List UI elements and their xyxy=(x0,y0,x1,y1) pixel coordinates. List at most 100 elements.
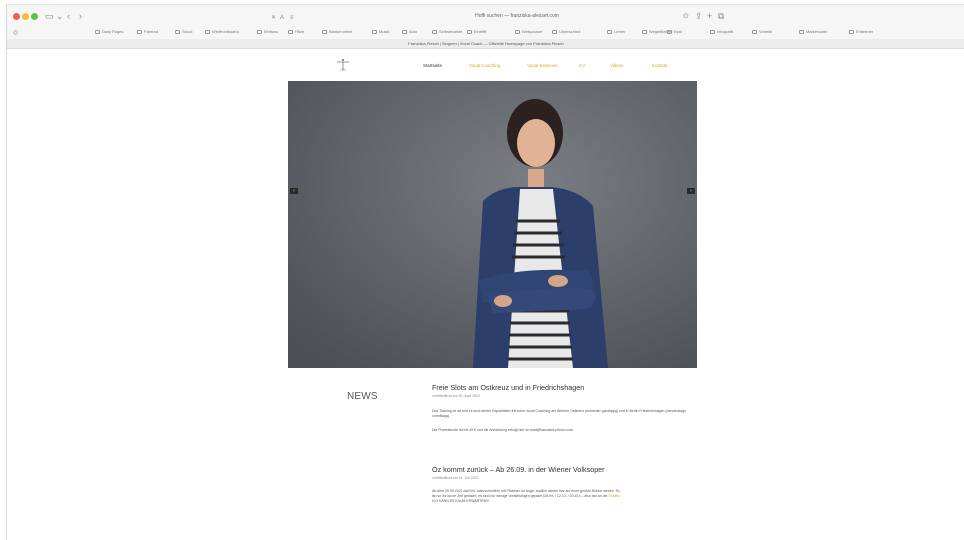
folder-icon xyxy=(849,29,854,34)
folder-icon xyxy=(667,29,672,34)
portrait-image xyxy=(288,81,697,368)
forward-icon[interactable]: › xyxy=(79,11,82,21)
favorite-item[interactable]: Auto xyxy=(402,29,417,34)
folder-icon xyxy=(432,29,437,34)
slider-prev-button[interactable]: ‹ xyxy=(290,188,298,194)
nav-videos[interactable]: Videos xyxy=(610,63,624,68)
sidebar-icon[interactable]: ▭ xyxy=(45,11,54,21)
favorite-label: Fahrrad xyxy=(144,29,159,34)
favorite-label: Vorteile xyxy=(759,29,773,34)
post-title-1[interactable]: Freie Slots am Ostkreuz und in Friedrich… xyxy=(432,383,584,392)
tab-overview-icon[interactable]: ⧉ xyxy=(718,11,724,21)
favorite-item[interactable]: Fahrrad xyxy=(137,29,158,34)
favorite-label: Shout xyxy=(182,29,193,34)
close-window-button[interactable] xyxy=(13,13,20,20)
text-size-icon[interactable]: A xyxy=(280,13,284,23)
new-tab-icon[interactable]: + xyxy=(707,11,712,21)
folder-icon xyxy=(515,29,520,34)
nav-cv[interactable]: CV xyxy=(579,63,585,68)
favorite-item[interactable]: Vorteile xyxy=(752,29,772,34)
favorite-item[interactable]: Weltfrontklubra xyxy=(205,29,239,34)
title-bar: ▭ ⌄ ‹ › ✕ A ≡ Hoffi suchen — franziska-a… xyxy=(7,5,964,27)
favorite-item[interactable]: Bankeronline xyxy=(322,29,352,34)
post-paragraph-1a: Das Training ist da und es sind wieder K… xyxy=(432,409,686,418)
favorite-item[interactable]: Entleeder xyxy=(849,29,873,34)
post-paragraph-2-line-2: ist nur für kurze Zeit gedacht, es sind … xyxy=(432,494,609,498)
folder-icon xyxy=(467,29,472,34)
favorite-item[interactable]: Musik xyxy=(372,29,389,34)
folder-icon xyxy=(710,29,715,34)
folder-icon xyxy=(752,29,757,34)
favorite-item[interactable]: Markerkarte xyxy=(799,29,827,34)
favorite-label: Epol xyxy=(674,29,683,34)
post-paragraph-1b: Die Probestunde ist mit 40 € und die Anm… xyxy=(432,428,574,432)
favorite-item[interactable]: Selbstmarkte xyxy=(432,29,462,34)
favorite-item[interactable]: Eintrifft xyxy=(467,29,486,34)
web-page: Startseite Vocal Coaching Vocal Sessions… xyxy=(7,49,964,540)
favorite-label: Weltfrontklubra xyxy=(212,29,239,34)
chevron-down-icon[interactable]: ⌄ xyxy=(56,11,64,21)
nav-vocal-coaching[interactable]: Vocal Coaching xyxy=(469,63,500,68)
favorite-label: Hitze xyxy=(295,29,305,34)
favorite-item[interactable]: Lehrer xyxy=(607,29,626,34)
site-logo[interactable] xyxy=(335,58,351,72)
folder-icon xyxy=(137,29,142,34)
favorite-label: Daily Pages xyxy=(102,29,124,34)
address-bar[interactable]: Hoffi suchen — franziska-alesset.com xyxy=(407,13,627,19)
hero-photo xyxy=(288,81,697,368)
slider-next-button[interactable]: › xyxy=(687,188,695,194)
favorite-item[interactable]: Webpauser xyxy=(515,29,542,34)
reader-icon[interactable]: ≡ xyxy=(290,13,294,23)
post-paragraph-2-closing: ICH KANN ES KAUM ERWARTEN!!! xyxy=(432,499,490,503)
browser-window: ▭ ⌄ ‹ › ✕ A ≡ Hoffi suchen — franziska-a… xyxy=(6,4,964,540)
privacy-icon[interactable]: ✕ xyxy=(271,13,276,23)
folder-icon xyxy=(257,29,262,34)
favorite-label: Unterschied xyxy=(559,29,581,34)
nav-vocal-sessions[interactable]: Vocal Sessions xyxy=(527,63,558,68)
reading-list-icon[interactable]: ◎ xyxy=(13,28,18,38)
nav-kontakt[interactable]: Kontakt xyxy=(652,63,667,68)
tab-active[interactable]: Franziska Plesch | Singerin | Vocal Coac… xyxy=(7,39,964,49)
zoom-window-button[interactable] xyxy=(31,13,38,20)
folder-icon xyxy=(175,29,180,34)
tab-bar: Franziska Plesch | Singerin | Vocal Coac… xyxy=(7,39,964,49)
favorite-item[interactable]: Einfluss xyxy=(257,29,278,34)
folder-icon xyxy=(205,29,210,34)
post-paragraph-2: Ab dem 26.09.2021 darf ich, wahrscheinli… xyxy=(432,489,688,504)
favorite-item[interactable]: Hitze xyxy=(288,29,304,34)
news-heading: NEWS xyxy=(347,391,378,402)
folder-icon xyxy=(95,29,100,34)
folder-icon xyxy=(288,29,293,34)
favorite-label: Webpauser xyxy=(522,29,543,34)
favorite-label: Infografik xyxy=(717,29,734,34)
folder-icon xyxy=(402,29,407,34)
favorite-item[interactable]: Shout xyxy=(175,29,192,34)
favorite-label: Musik xyxy=(379,29,390,34)
back-icon[interactable]: ‹ xyxy=(67,11,70,21)
favorite-label: Eintrifft xyxy=(474,29,487,34)
favorite-label: Entleeder xyxy=(856,29,874,34)
share-icon[interactable]: ⇪ xyxy=(695,11,703,21)
folder-icon xyxy=(322,29,327,34)
favorite-label: Einfluss xyxy=(264,29,279,34)
folder-icon xyxy=(642,29,647,34)
folder-icon xyxy=(607,29,612,34)
favorite-label: Auto xyxy=(409,29,418,34)
favorite-label: Selbstmarkte xyxy=(439,29,463,34)
minimize-window-button[interactable] xyxy=(22,13,29,20)
favorite-label: Markerkarte xyxy=(806,29,828,34)
favorite-item[interactable]: Infografik xyxy=(710,29,733,34)
favorite-item[interactable]: Unterschied xyxy=(552,29,580,34)
favorite-label: Bankeronline xyxy=(329,29,353,34)
post-meta-2: veröffentlicht am 14. Juli 2021 xyxy=(432,476,479,480)
folder-icon xyxy=(552,29,557,34)
nav-startseite[interactable]: Startseite xyxy=(423,63,442,68)
favorite-item[interactable]: Daily Pages xyxy=(95,29,123,34)
folder-icon xyxy=(799,29,804,34)
favorites-bar: ◎ Daily Pages Fahrrad Shout Weltfrontklubra… xyxy=(7,27,964,39)
post-title-2[interactable]: Oz kommt zurück – Ab 26.09. in der Wiene… xyxy=(432,465,605,474)
download-icon[interactable]: ⊙ xyxy=(683,12,689,22)
favorite-item[interactable]: Epol xyxy=(667,29,682,34)
favorite-label: Lehrer xyxy=(614,29,626,34)
tickets-link[interactable]: Tickets! xyxy=(608,494,620,498)
